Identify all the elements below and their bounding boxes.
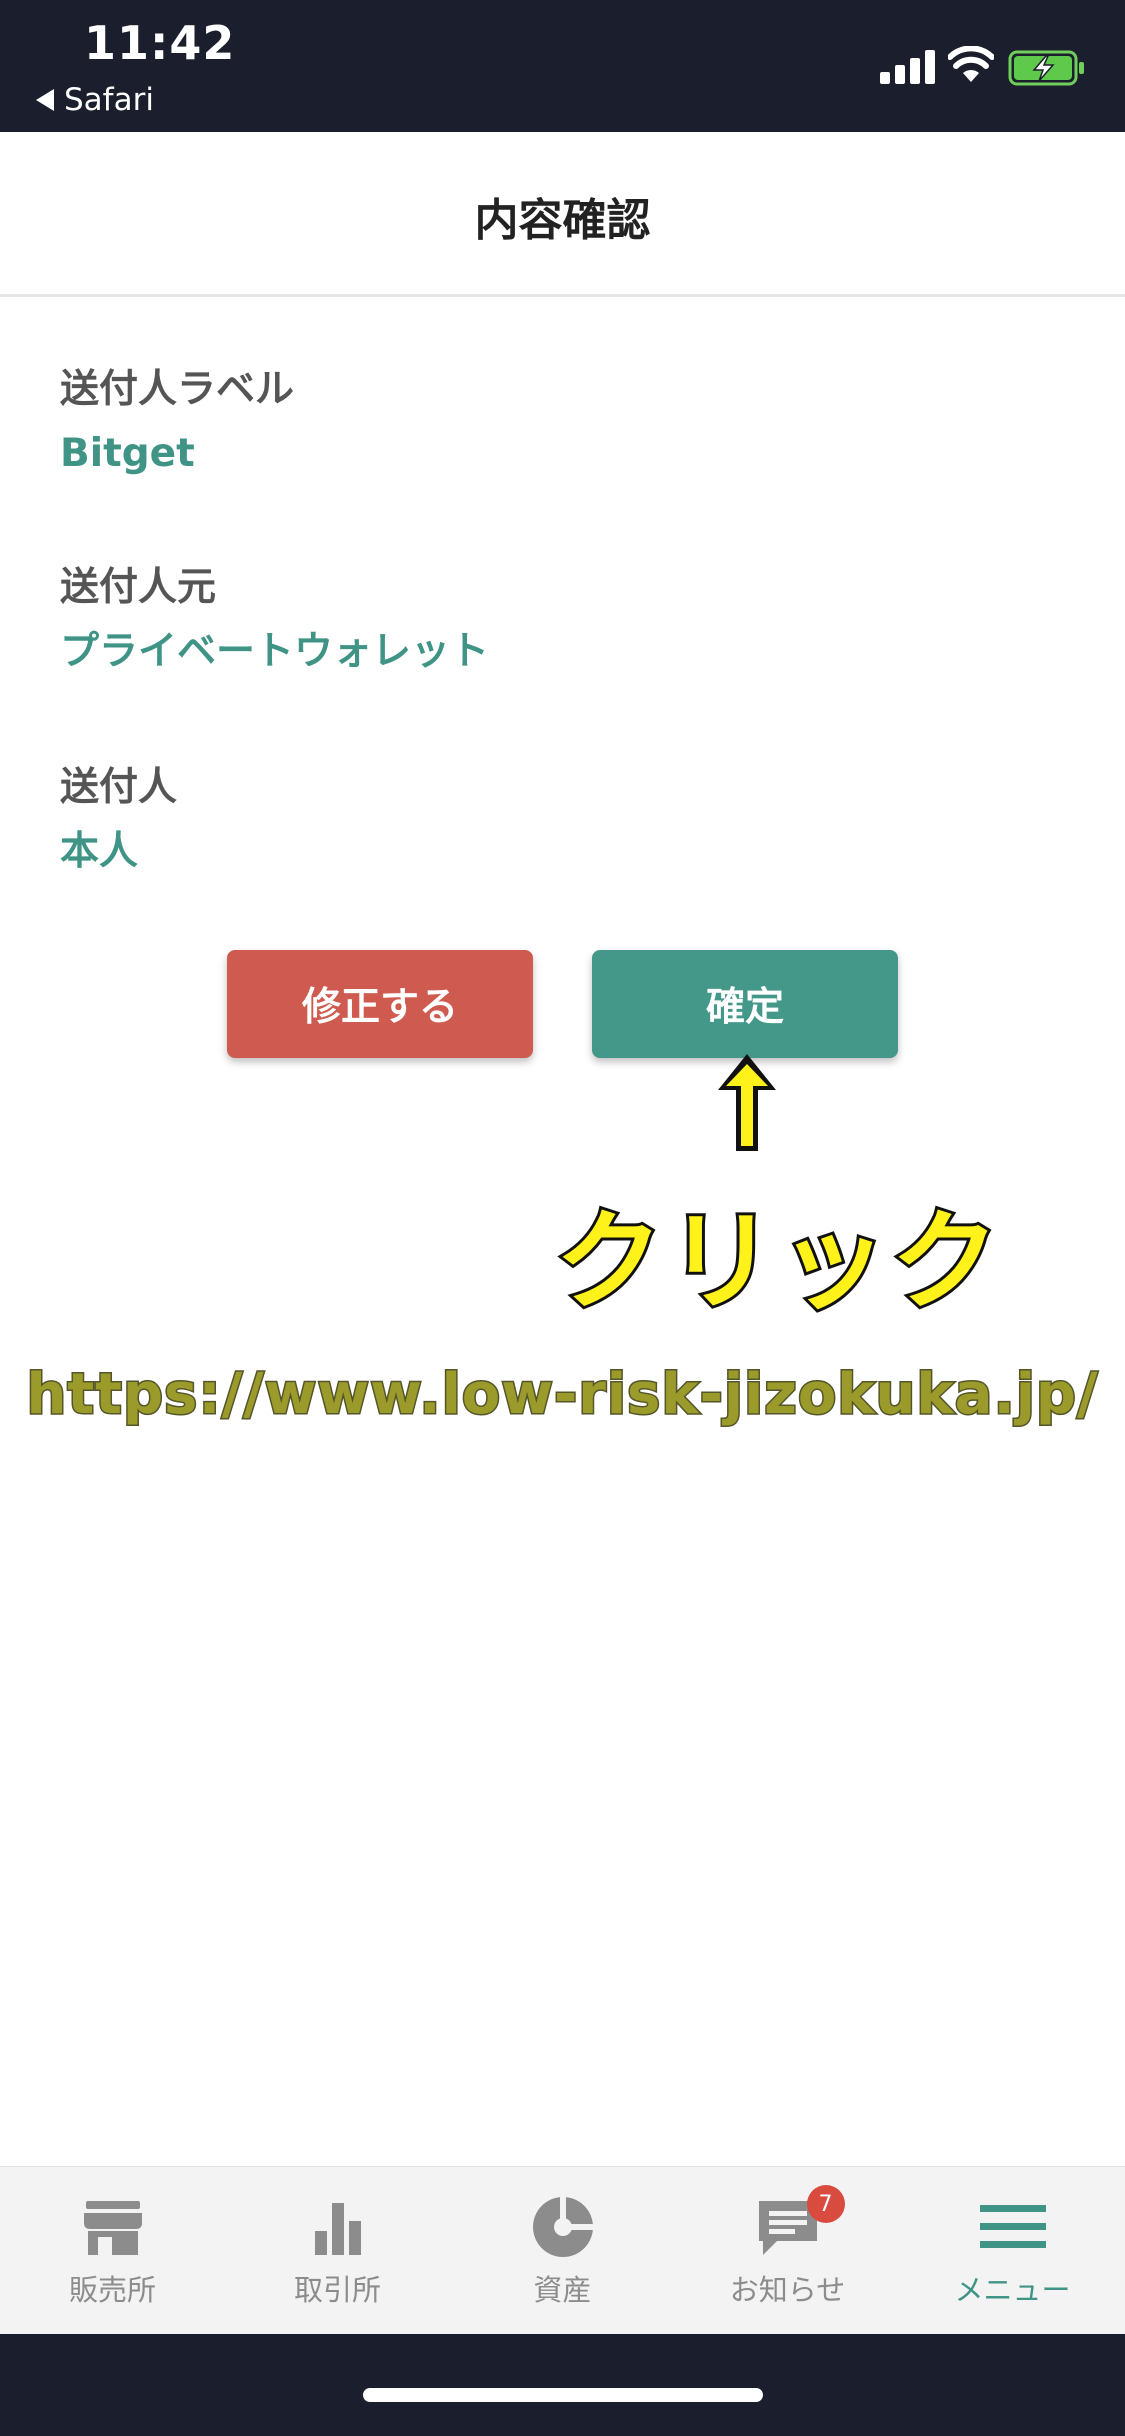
tab-label: 資産 <box>533 2273 592 2307</box>
back-to-safari-link[interactable]: Safari <box>36 82 154 118</box>
store-icon <box>83 2201 142 2255</box>
click-annotation: クリック <box>552 1197 1004 1328</box>
status-time: 11:42 <box>84 16 236 70</box>
cellular-signal-icon <box>880 50 935 84</box>
wifi-icon <box>948 46 994 82</box>
battery-charging-icon <box>1008 50 1084 86</box>
field-label: 送付人ラベル <box>60 367 295 412</box>
bar-chart-icon <box>314 2203 361 2255</box>
tab-notifications[interactable]: 7 お知らせ <box>675 2167 900 2335</box>
confirm-button[interactable]: 確定 <box>592 950 898 1058</box>
field-label: 送付人 <box>60 765 178 810</box>
tab-bar: 販売所 取引所 資産 7 お知らせ メニュー <box>0 2166 1125 2335</box>
field-value: 本人 <box>60 829 139 874</box>
back-arrow-icon <box>36 89 54 111</box>
back-label: Safari <box>64 82 154 118</box>
tab-label: お知らせ <box>729 2273 846 2307</box>
page-title: 内容確認 <box>474 195 651 246</box>
field-label: 送付人元 <box>60 565 217 610</box>
notification-badge: 7 <box>806 2185 845 2223</box>
tab-label: メニュー <box>954 2273 1071 2307</box>
menu-icon <box>979 2205 1046 2248</box>
tab-label: 取引所 <box>293 2273 381 2307</box>
tab-exchange[interactable]: 取引所 <box>225 2167 450 2335</box>
home-indicator[interactable] <box>363 2388 763 2402</box>
tab-menu[interactable]: メニュー <box>900 2167 1125 2335</box>
tab-label: 販売所 <box>68 2273 156 2307</box>
pie-chart-icon <box>532 2195 598 2257</box>
tab-assets[interactable]: 資産 <box>450 2167 675 2335</box>
field-value: プライベートウォレット <box>60 629 490 674</box>
page-header: 内容確認 <box>0 132 1125 297</box>
field-sender: 送付人 本人 <box>60 756 177 884</box>
tab-sales[interactable]: 販売所 <box>0 2167 225 2335</box>
up-arrow-icon <box>718 1054 776 1151</box>
field-sender-label: 送付人ラベル Bitget <box>60 358 294 486</box>
home-bar <box>0 2334 1125 2436</box>
status-bar: 11:42 Safari <box>0 0 1125 132</box>
field-value: Bitget <box>60 431 195 476</box>
watermark-url: https://www.low-risk-jizokuka.jp/ <box>25 1361 1099 1429</box>
modify-button[interactable]: 修正する <box>227 950 533 1058</box>
field-sender-source: 送付人元 プライベートウォレット <box>60 556 489 684</box>
